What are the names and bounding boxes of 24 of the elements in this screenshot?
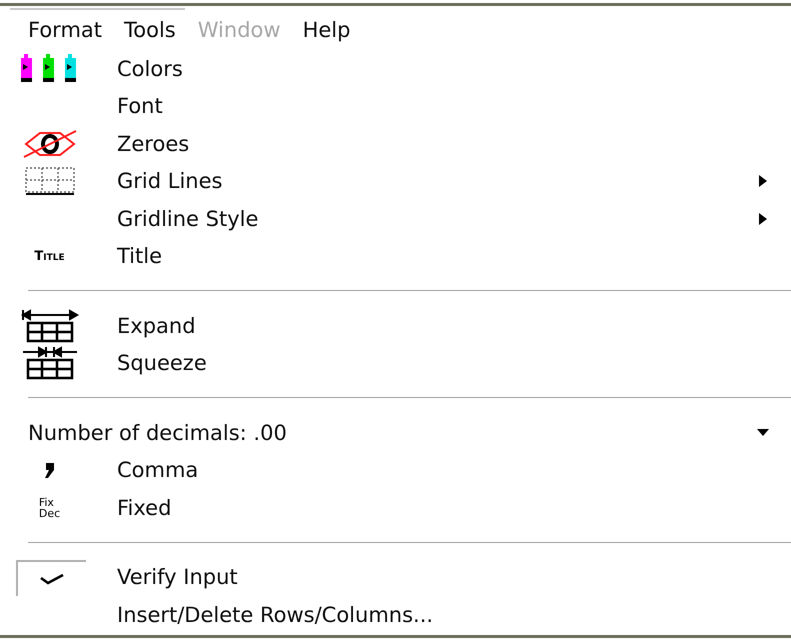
fixed-decimal-icon: Fix Dec [38,496,60,519]
comma-icon [42,461,56,480]
menu-item[interactable]: Expand [0,307,791,344]
no-zero-icon [22,128,78,159]
title-icon: Title [34,248,65,264]
menu-title[interactable]: Format [28,18,102,50]
dropdown-arrow-icon [757,429,769,436]
menu-item[interactable]: Gridline Style [0,200,791,238]
menu-item[interactable]: Colors [0,50,791,88]
check-frame[interactable] [16,560,86,596]
menu-item[interactable]: Squeeze [0,344,791,382]
menu-item[interactable]: Fix Dec Fixed [0,489,791,526]
menu-title[interactable]: Help [302,18,350,50]
grid-icon [24,167,74,196]
menu-item[interactable]: Title Title [0,238,791,275]
menu-title[interactable]: Tools [124,18,176,50]
menu-item[interactable]: Insert/Delete Rows/Columns... [0,596,791,634]
menu-item[interactable]: Font [0,88,791,125]
decimals-dropdown[interactable]: Number of decimals: .00 [0,414,791,452]
menu-item[interactable]: Zeroes [0,125,791,162]
menu-item[interactable]: Comma [0,452,791,489]
menu-item[interactable]: Grid Lines [0,162,791,200]
menu-item[interactable]: Verify Input [0,558,791,596]
expand-columns-icon [20,308,80,343]
